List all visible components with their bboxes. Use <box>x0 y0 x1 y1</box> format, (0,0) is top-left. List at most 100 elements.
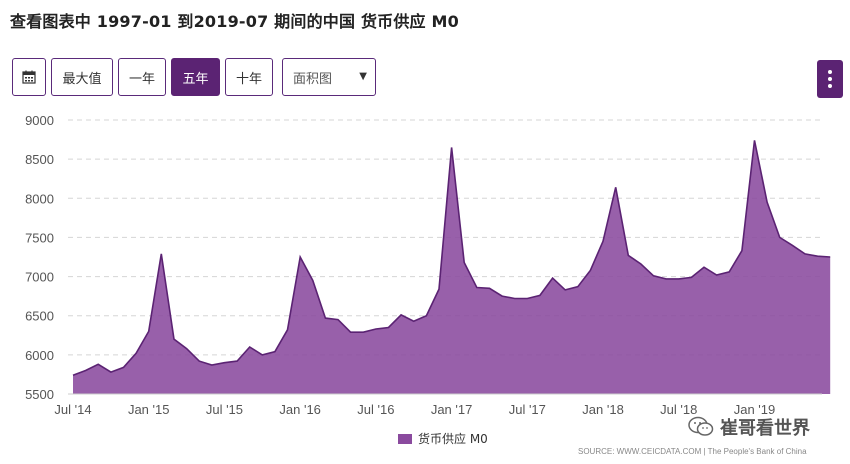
y-tick-label: 7500 <box>25 230 54 245</box>
watermark: 崔哥看世界 <box>688 414 810 440</box>
x-tick-label: Jan '17 <box>431 402 473 417</box>
data-point[interactable] <box>702 265 706 269</box>
data-point[interactable] <box>323 316 327 320</box>
area-series[interactable] <box>73 140 831 394</box>
source-credit: SOURCE: WWW.CEICDATA.COM | The People's … <box>578 447 807 456</box>
data-point[interactable] <box>197 359 201 363</box>
data-point[interactable] <box>778 235 782 239</box>
data-point[interactable] <box>336 318 340 322</box>
data-point[interactable] <box>109 370 113 374</box>
data-point[interactable] <box>450 145 454 149</box>
data-point[interactable] <box>387 325 391 329</box>
x-tick-label: Jan '18 <box>582 402 624 417</box>
data-point[interactable] <box>260 353 264 357</box>
range-button-1y[interactable]: 一年 <box>118 58 166 96</box>
chart-type-select[interactable]: 面积图 ▼ <box>282 58 376 96</box>
data-point[interactable] <box>475 286 479 290</box>
data-point[interactable] <box>424 314 428 318</box>
more-menu-button[interactable] <box>817 60 843 98</box>
x-tick-label: Jan '15 <box>128 402 170 417</box>
wechat-icon <box>688 416 714 436</box>
data-point[interactable] <box>816 254 820 258</box>
data-point[interactable] <box>147 329 151 333</box>
y-tick-label: 6000 <box>25 348 54 363</box>
data-point[interactable] <box>727 270 731 274</box>
data-point[interactable] <box>803 252 807 256</box>
x-tick-label: Jul '15 <box>206 402 243 417</box>
data-point[interactable] <box>462 260 466 264</box>
watermark-text: 崔哥看世界 <box>720 418 810 439</box>
data-point[interactable] <box>96 362 100 366</box>
y-tick-label: 8500 <box>25 152 54 167</box>
x-tick-label: Jul '16 <box>357 402 394 417</box>
data-point[interactable] <box>639 262 643 266</box>
data-point[interactable] <box>752 138 756 142</box>
data-point[interactable] <box>689 275 693 279</box>
page-title: 查看图表中 1997-01 到2019-07 期间的中国 货币供应 M0 <box>10 12 459 31</box>
chart-legend[interactable]: 货币供应 M0 <box>398 430 488 447</box>
x-tick-label: Jul '14 <box>54 402 91 417</box>
vertical-dots-icon <box>828 70 832 74</box>
data-point[interactable] <box>222 361 226 365</box>
data-point[interactable] <box>235 359 239 363</box>
data-point[interactable] <box>84 369 88 373</box>
data-point[interactable] <box>185 347 189 351</box>
data-point[interactable] <box>715 273 719 277</box>
menu-dot <box>828 77 832 81</box>
data-point[interactable] <box>374 327 378 331</box>
data-point[interactable] <box>500 294 504 298</box>
data-point[interactable] <box>765 200 769 204</box>
data-point[interactable] <box>740 249 744 253</box>
x-tick-label: Jan '16 <box>279 402 321 417</box>
menu-dot <box>828 84 832 88</box>
data-point[interactable] <box>361 330 365 334</box>
data-point[interactable] <box>538 293 542 297</box>
y-tick-label: 6500 <box>25 309 54 324</box>
data-point[interactable] <box>664 277 668 281</box>
data-point[interactable] <box>273 350 277 354</box>
data-point[interactable] <box>790 243 794 247</box>
data-point[interactable] <box>601 239 605 243</box>
data-point[interactable] <box>71 373 75 377</box>
data-point[interactable] <box>121 365 125 369</box>
legend-swatch <box>398 433 412 444</box>
data-point[interactable] <box>134 351 138 355</box>
chart-type-value: 面积图 <box>293 71 333 87</box>
range-button-5y[interactable]: 五年 <box>171 58 220 96</box>
data-point[interactable] <box>551 276 555 280</box>
data-point[interactable] <box>412 319 416 323</box>
data-point[interactable] <box>626 253 630 257</box>
data-point[interactable] <box>311 278 315 282</box>
y-tick-label: 7000 <box>25 270 54 285</box>
area-chart: 5500 6000 6500 7000 7500 8000 8500 9000 Jul '14 J… <box>25 113 832 417</box>
range-button-max[interactable]: 最大值 <box>51 58 113 96</box>
calendar-button[interactable] <box>12 58 46 96</box>
data-point[interactable] <box>210 363 214 367</box>
data-point[interactable] <box>614 185 618 189</box>
data-point[interactable] <box>525 296 529 300</box>
calendar-icon <box>22 70 36 84</box>
data-point[interactable] <box>487 286 491 290</box>
data-point[interactable] <box>286 328 290 332</box>
range-button-10y[interactable]: 十年 <box>225 58 273 96</box>
data-point[interactable] <box>399 313 403 317</box>
data-point[interactable] <box>159 252 163 256</box>
caret-down-icon: ▼ <box>359 71 367 82</box>
x-tick-label: Jul '17 <box>509 402 546 417</box>
data-point[interactable] <box>248 345 252 349</box>
y-tick-label: 9000 <box>25 113 54 128</box>
data-point[interactable] <box>563 288 567 292</box>
data-point[interactable] <box>828 255 832 259</box>
data-point[interactable] <box>677 277 681 281</box>
data-point[interactable] <box>652 274 656 278</box>
data-point[interactable] <box>437 287 441 291</box>
y-tick-label: 8000 <box>25 191 54 206</box>
data-point[interactable] <box>576 285 580 289</box>
data-point[interactable] <box>298 255 302 259</box>
data-point[interactable] <box>349 330 353 334</box>
legend-label: 货币供应 M0 <box>418 432 488 446</box>
data-point[interactable] <box>513 296 517 300</box>
data-point[interactable] <box>172 337 176 341</box>
data-point[interactable] <box>588 268 592 272</box>
y-tick-label: 5500 <box>25 387 54 402</box>
